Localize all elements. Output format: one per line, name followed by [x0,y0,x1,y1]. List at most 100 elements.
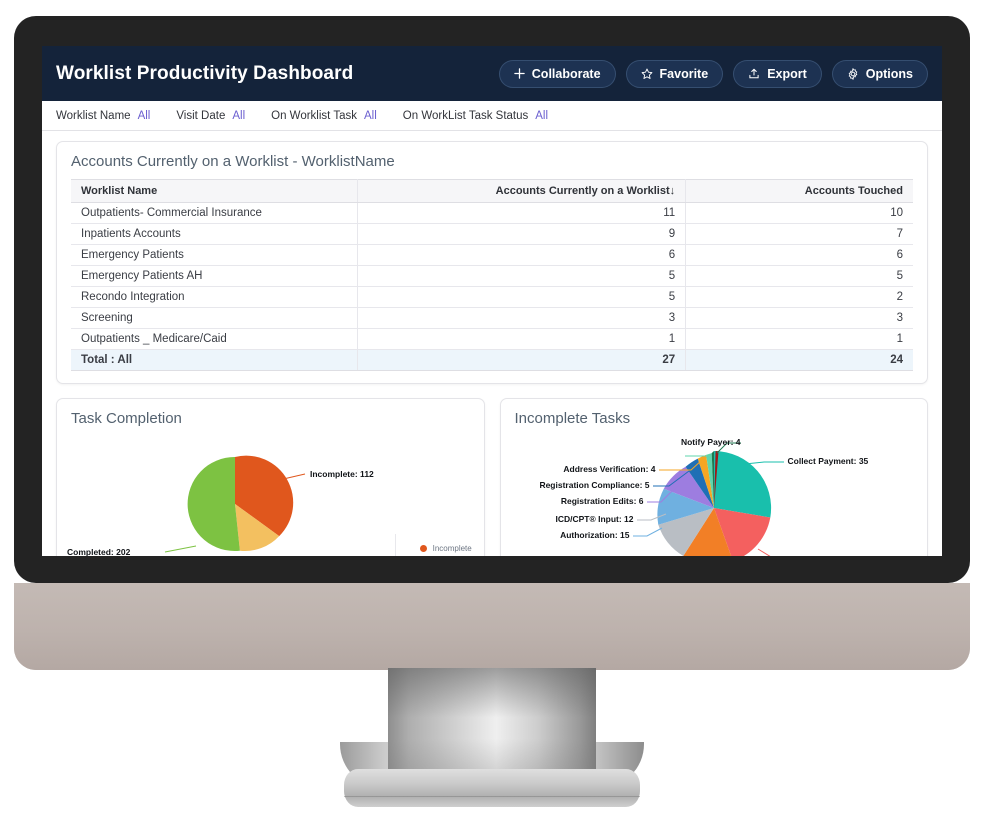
cell-total-touched: 24 [685,349,913,371]
cell-total-label: Total : All [71,349,358,371]
pie-label-notify-payer: Notify Payer: 4 [680,437,741,447]
accounts-table-body: Outpatients- Commercial Insurance 11 10 In… [71,202,913,371]
table-row[interactable]: Outpatients- Commercial Insurance 11 10 [71,202,913,224]
accounts-table-panel: Accounts Currently on a Worklist - Workl… [56,141,928,384]
filter-visit-date[interactable]: Visit Date All [176,110,245,122]
cell-name: Outpatients _ Medicare/Caid [71,328,358,350]
cell-current: 1 [357,328,687,350]
task-completion-panel: Task Completion Incomplete: 112 Complete… [56,398,485,556]
cell-touched: 2 [685,286,913,308]
cell-touched: 1 [685,328,913,350]
table-row[interactable]: Inpatients Accounts 9 7 [71,223,913,245]
app-header: Worklist Productivity Dashboard Collabor… [42,46,942,101]
options-button[interactable]: Options [831,59,928,88]
incomplete-tasks-panel: Incomplete Tasks Collect Payment: 35 Aut… [499,398,928,556]
task-completion-title: Task Completion [71,410,182,427]
leader-line-create-estimate [757,548,770,556]
filter-value[interactable]: All [138,110,151,122]
star-icon [641,68,653,80]
monitor: Worklist Productivity Dashboard Collabor… [0,0,983,821]
table-row[interactable]: Recondo Integration 5 2 [71,286,913,308]
pie-label-registration-edits: Registration Edits: 6 [560,496,644,506]
cell-current: 5 [357,286,687,308]
incomplete-tasks-chart: Collect Payment: 35 Create Estimate: 25 … [501,436,928,556]
cell-name: Outpatients- Commercial Insurance [71,202,358,224]
pie-label-authorization: Authorization: 15 [560,530,630,540]
pie-label-icd-cpt-input: ICD/CPT® Input: 12 [555,514,634,524]
plus-icon [514,68,525,79]
filter-value[interactable]: All [535,110,548,122]
header-actions: Collaborate Favorite Export Options [498,59,928,88]
leader-line-collect-payment [744,461,784,465]
cell-name: Inpatients Accounts [71,223,358,245]
table-row[interactable]: Screening 3 3 [71,307,913,329]
collaborate-button[interactable]: Collaborate [498,59,616,88]
cell-name: Emergency Patients AH [71,265,358,287]
monitor-chin [14,583,970,670]
col-accounts-current[interactable]: Accounts Currently on a Worklist↓ [357,179,687,203]
cell-current: 9 [357,223,687,245]
filter-label: On Worklist Task [271,109,357,122]
task-completion-chart: Incomplete: 112 Completed: 202 Incomplet… [57,436,484,556]
filter-label: Worklist Name [56,109,131,122]
table-row[interactable]: Emergency Patients AH 5 5 [71,265,913,287]
table-header-row: Worklist Name Accounts Currently on a Wo… [71,179,913,203]
cell-total-current: 27 [357,349,687,371]
cell-name: Screening [71,307,358,329]
pie-label-address-verification: Address Verification: 4 [563,464,656,474]
cell-name: Emergency Patients [71,244,358,266]
collaborate-label: Collaborate [531,66,601,81]
page-title: Worklist Productivity Dashboard [56,62,354,84]
table-total-row: Total : All 27 24 [71,349,913,371]
table-row[interactable]: Outpatients _ Medicare/Caid 1 1 [71,328,913,350]
favorite-button[interactable]: Favorite [625,59,724,88]
legend-item-incomplete[interactable]: Incomplete [419,544,474,553]
gear-icon [847,67,859,80]
pie-label-incomplete: Incomplete: 112 [310,469,374,479]
cell-touched: 10 [685,202,913,224]
cell-touched: 7 [685,223,913,245]
cell-touched: 5 [685,265,913,287]
legend-label: Incomplete [432,544,472,553]
accounts-table-wrap: Worklist Name Accounts Currently on a Wo… [57,179,927,383]
col-worklist-name[interactable]: Worklist Name [71,179,358,203]
pie-slice-collect-payment[interactable] [713,450,771,518]
options-label: Options [865,66,913,81]
leader-line-authorization [632,527,662,537]
filter-on-worklist-task-status[interactable]: On WorkList Task Status All [403,110,548,122]
filter-label: On WorkList Task Status [402,109,529,122]
chin-sheen [14,583,970,670]
charts-row: Task Completion Incomplete: 112 Complete… [56,398,928,556]
pie-label-registration-compliance: Registration Compliance: 5 [539,480,650,490]
incomplete-tasks-title: Incomplete Tasks [514,410,631,427]
base-seam [344,796,640,797]
legend-swatch-incomplete [419,545,427,552]
task-completion-pie [164,455,306,553]
cell-current: 6 [357,244,687,266]
export-button[interactable]: Export [733,59,822,88]
dashboard-screen: Worklist Productivity Dashboard Collabor… [42,46,942,556]
cell-current: 3 [357,307,687,329]
task-completion-legend: Incomplete In Progress Completed [419,544,474,556]
filter-label: Visit Date [176,109,226,122]
pie-label-completed: Completed: 202 [67,547,131,556]
favorite-label: Favorite [659,66,709,81]
export-label: Export [767,66,807,81]
leader-line-completed [164,545,197,553]
filter-worklist-name[interactable]: Worklist Name All [56,110,150,122]
cell-touched: 6 [685,244,913,266]
pie-label-create-estimate: Create Estimate: 25 [797,554,876,556]
cell-current: 11 [357,202,687,224]
pie-label-collect-payment: Collect Payment: 35 [787,456,869,466]
filter-value[interactable]: All [232,110,245,122]
cell-name: Recondo Integration [71,286,358,308]
filter-on-worklist-task[interactable]: On Worklist Task All [271,110,377,122]
accounts-table: Worklist Name Accounts Currently on a Wo… [71,179,913,371]
legend-divider [394,534,396,556]
pie-slice-completed[interactable] [187,456,240,551]
filter-value[interactable]: All [364,110,377,122]
table-row[interactable]: Emergency Patients 6 6 [71,244,913,266]
cell-current: 5 [357,265,687,287]
col-accounts-touched[interactable]: Accounts Touched [685,179,913,203]
upload-icon [748,68,760,80]
